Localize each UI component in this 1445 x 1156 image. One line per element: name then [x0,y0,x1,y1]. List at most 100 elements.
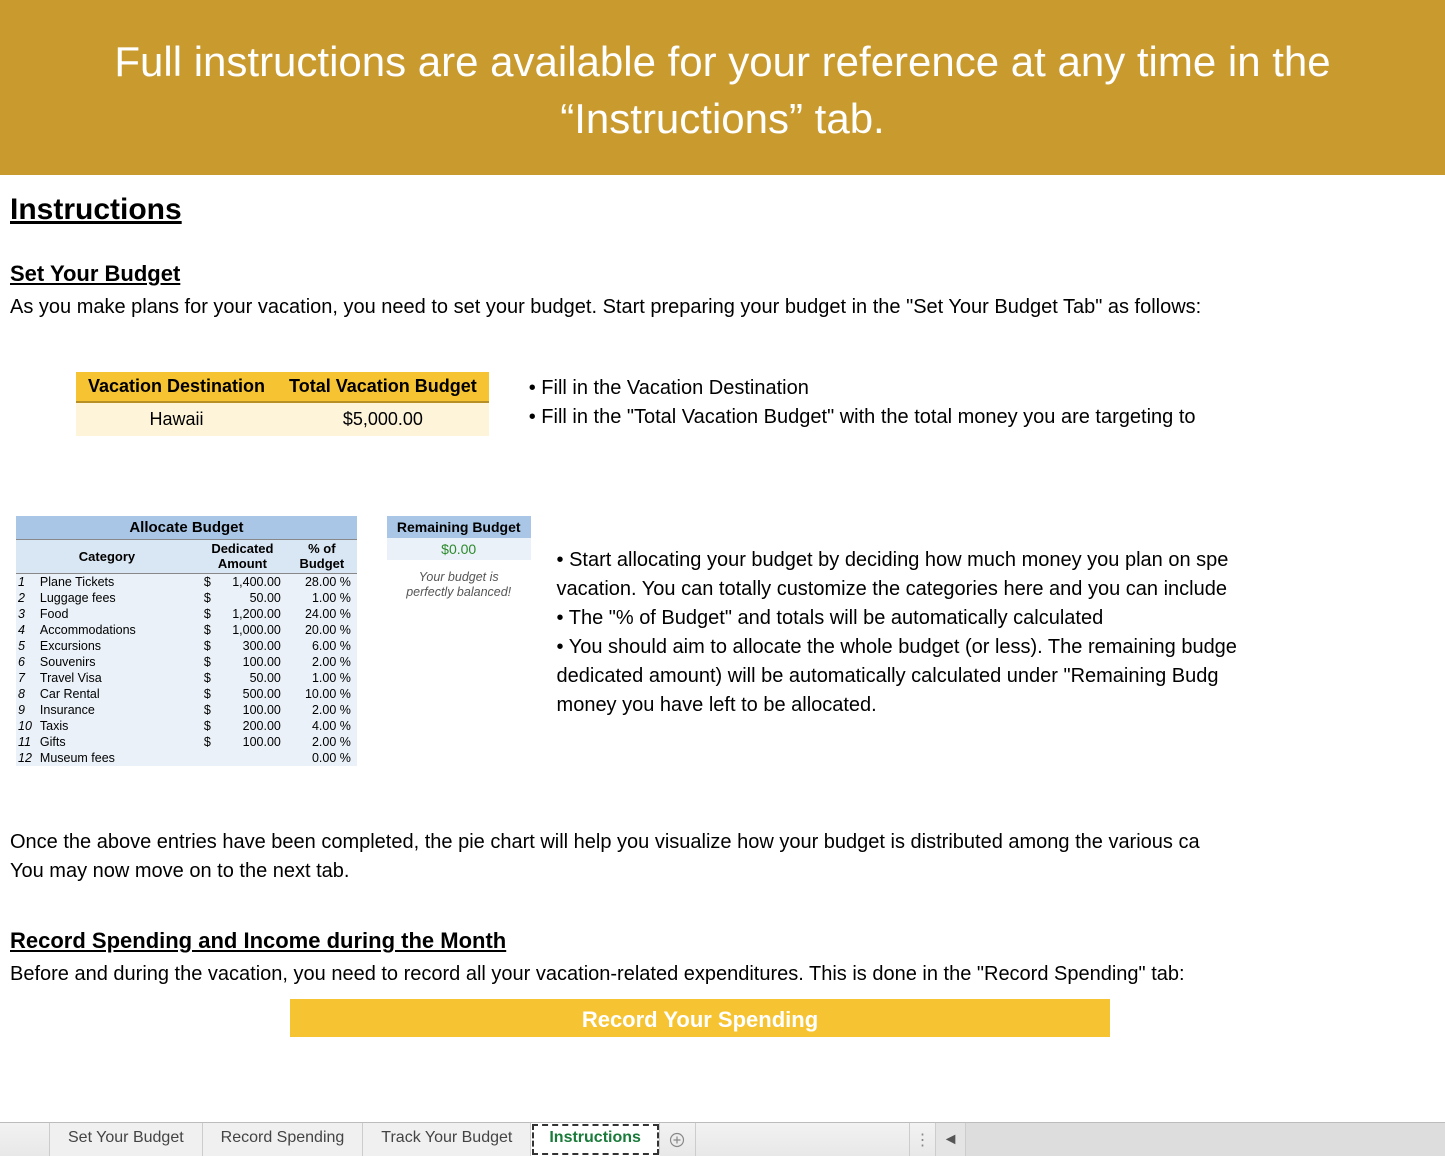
row-category: Luggage fees [38,590,198,606]
row-currency: $ [198,638,217,654]
table-row: 1Plane Tickets$1,400.0028.00 % [16,573,357,590]
tabbar-flex [696,1123,909,1156]
alloc-header-pct: % of Budget [287,540,357,574]
row-amount: 200.00 [217,718,287,734]
destination-table: Vacation Destination Total Vacation Budg… [76,372,489,436]
table-row: 9Insurance$100.002.00 % [16,702,357,718]
tab-record-spending[interactable]: Record Spending [203,1123,364,1156]
row-category: Car Rental [38,686,198,702]
row-amount: 100.00 [217,734,287,750]
alloc-header-category: Category [16,540,198,574]
row-category: Accommodations [38,622,198,638]
row-amount: 1,200.00 [217,606,287,622]
row-index: 9 [16,702,38,718]
row-currency: $ [198,573,217,590]
row-percent: 0.00 % [287,750,357,766]
heading-set-budget: Set Your Budget [10,261,1435,287]
row-index: 4 [16,622,38,638]
horizontal-scrollbar[interactable] [965,1123,1445,1156]
row-percent: 1.00 % [287,590,357,606]
row-index: 8 [16,686,38,702]
row-amount: 300.00 [217,638,287,654]
budget-value: $5,000.00 [277,402,489,436]
row-percent: 2.00 % [287,654,357,670]
remaining-msg: perfectly balanced! [387,585,531,600]
row-percent: 1.00 % [287,670,357,686]
row-category: Food [38,606,198,622]
row-percent: 10.00 % [287,686,357,702]
row-percent: 20.00 % [287,622,357,638]
table-row: 11Gifts$100.002.00 % [16,734,357,750]
table-row: 3Food$1,200.0024.00 % [16,606,357,622]
tab-instructions[interactable]: Instructions [531,1123,660,1156]
table-row: 12Museum fees 0.00 % [16,750,357,766]
row-category: Souvenirs [38,654,198,670]
row-currency: $ [198,670,217,686]
document-body: Instructions Set Your Budget As you make… [0,175,1445,1037]
tab-track-your-budget[interactable]: Track Your Budget [363,1123,531,1156]
row-percent: 6.00 % [287,638,357,654]
row-percent: 28.00 % [287,573,357,590]
paragraph: Once the above entries have been complet… [10,828,1435,857]
row-category: Plane Tickets [38,573,198,590]
tab-options-button[interactable]: ⋮ [909,1123,935,1156]
row-amount [217,750,287,766]
remaining-header: Remaining Budget [387,516,531,538]
row-category: Insurance [38,702,198,718]
row-index: 7 [16,670,38,686]
row-index: 3 [16,606,38,622]
remaining-budget-box: Remaining Budget $0.00 Your budget is pe… [387,516,531,600]
row-currency [198,750,217,766]
scroll-left-button[interactable]: ◄ [935,1123,965,1156]
allocate-budget-table: Allocate Budget Category Dedicated Amoun… [16,516,357,766]
table-row: 2Luggage fees$50.001.00 % [16,590,357,606]
bullet-cont: dedicated amount) will be automatically … [557,662,1237,691]
alloc-header-dedicated: Dedicated Amount [198,540,287,574]
table-row: 7Travel Visa$50.001.00 % [16,670,357,686]
row-amount: 1,000.00 [217,622,287,638]
row-category: Taxis [38,718,198,734]
plus-circle-icon [669,1132,685,1148]
row-currency: $ [198,686,217,702]
dest-bullets: • Fill in the Vacation Destination • Fil… [529,372,1196,432]
record-spending-banner: Record Your Spending [290,999,1110,1037]
row-percent: 2.00 % [287,734,357,750]
bullet-cont: vacation. You can totally customize the … [557,575,1237,604]
row-currency: $ [198,702,217,718]
record-intro: Before and during the vacation, you need… [10,960,1435,989]
row-index: 2 [16,590,38,606]
top-banner: Full instructions are available for your… [0,0,1445,175]
bullet: • You should aim to allocate the whole b… [557,633,1237,662]
table-row: 6Souvenirs$100.002.00 % [16,654,357,670]
remaining-msg: Your budget is [387,570,531,585]
row-index: 10 [16,718,38,734]
row-percent: 4.00 % [287,718,357,734]
heading-instructions: Instructions [10,193,1435,227]
row-amount: 100.00 [217,702,287,718]
row-category: Travel Visa [38,670,198,686]
row-amount: 500.00 [217,686,287,702]
alloc-title: Allocate Budget [16,516,357,540]
row-index: 12 [16,750,38,766]
row-currency: $ [198,734,217,750]
bullet: • The "% of Budget" and totals will be a… [557,604,1237,633]
bullet: • Fill in the "Total Vacation Budget" wi… [529,403,1196,432]
row-index: 11 [16,734,38,750]
alloc-bullets: • Start allocating your budget by decidi… [557,516,1237,720]
heading-record-spending: Record Spending and Income during the Mo… [10,928,1435,954]
table-row: 10Taxis$200.004.00 % [16,718,357,734]
row-index: 5 [16,638,38,654]
row-currency: $ [198,590,217,606]
row-amount: 1,400.00 [217,573,287,590]
sheet-tab-bar: Set Your Budget Record Spending Track Yo… [0,1122,1445,1156]
row-category: Museum fees [38,750,198,766]
dest-value: Hawaii [76,402,277,436]
row-currency: $ [198,622,217,638]
new-sheet-button[interactable] [660,1123,696,1156]
set-budget-intro: As you make plans for your vacation, you… [10,293,1435,322]
row-percent: 2.00 % [287,702,357,718]
row-amount: 100.00 [217,654,287,670]
bullet: • Start allocating your budget by decidi… [557,546,1237,575]
tab-set-your-budget[interactable]: Set Your Budget [50,1123,203,1156]
bullet-cont: money you have left to be allocated. [557,691,1237,720]
